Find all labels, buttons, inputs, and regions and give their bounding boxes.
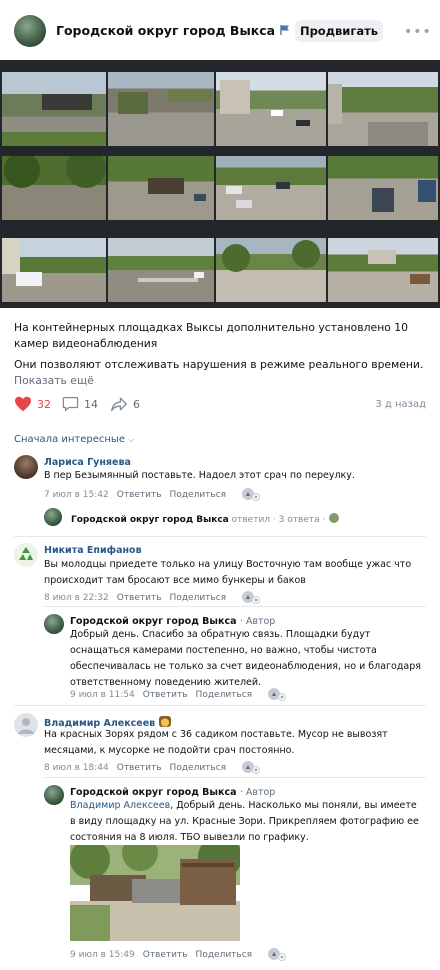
reply-button[interactable]: Ответить <box>143 950 188 960</box>
share-comment-button[interactable]: Поделиться <box>196 950 253 960</box>
comment-meta: 8 июл в 22:32 Ответить Поделиться <box>44 590 261 604</box>
comment-date[interactable]: 9 июл в 15:49 <box>70 950 135 960</box>
divider <box>44 606 426 607</box>
share-comment-button[interactable]: Поделиться <box>196 690 253 700</box>
camera-view <box>328 72 438 146</box>
divider <box>14 536 426 537</box>
comment-text: На красных Зорях рядом с 36 садиком пост… <box>44 729 388 756</box>
camera-view <box>328 156 438 220</box>
avatar[interactable] <box>14 713 38 737</box>
camera-view <box>108 156 214 220</box>
mention-link[interactable]: Владимир Алексеев <box>70 800 170 811</box>
comment-button[interactable]: 14 <box>62 396 98 412</box>
reaction-icon[interactable] <box>267 687 287 701</box>
avatar[interactable] <box>44 785 64 805</box>
comment-date[interactable]: 8 июл в 22:32 <box>44 593 109 603</box>
reaction-icon[interactable] <box>241 590 261 604</box>
post-text-secondary: Они позволяют отслеживать нарушения в ре… <box>14 358 424 371</box>
chevron-down-icon: ⌵ <box>128 435 135 444</box>
post-time[interactable]: 3 д назад <box>375 399 426 410</box>
post-actions: 32 14 6 3 д назад <box>14 396 426 416</box>
like-button[interactable]: 32 <box>14 396 51 412</box>
camera-view <box>108 72 214 146</box>
reaction-icon[interactable] <box>241 760 261 774</box>
comment-meta: 8 июл в 18:44 Ответить Поделиться <box>44 760 261 774</box>
camera-view <box>2 72 106 146</box>
avatar[interactable] <box>44 614 64 634</box>
flag-icon <box>280 25 290 35</box>
like-count: 32 <box>37 397 51 411</box>
community-avatar[interactable] <box>14 15 46 47</box>
comment-text: В пер Безымянный поставьте. Надоел этот … <box>44 470 355 481</box>
reaction-icon[interactable] <box>241 487 261 501</box>
divider <box>44 777 426 778</box>
promote-button[interactable]: Продвигать <box>295 20 383 42</box>
share-comment-button[interactable]: Поделиться <box>170 593 227 603</box>
comment-date[interactable]: 7 июл в 15:42 <box>44 490 109 500</box>
reply-button[interactable]: Ответить <box>117 593 162 603</box>
comment-count: 14 <box>84 397 98 411</box>
comment-text: Владимир Алексеев, Добрый день. Наскольк… <box>70 800 419 843</box>
comment-author[interactable]: Лариса Гуняева <box>44 457 131 468</box>
avatar[interactable] <box>14 543 38 567</box>
comment-date[interactable]: 8 июл в 18:44 <box>44 763 109 773</box>
post-text-main: На контейнерных площадках Выксы дополнит… <box>14 321 409 350</box>
reply-button[interactable]: Ответить <box>117 490 162 500</box>
avatar[interactable] <box>14 455 38 479</box>
share-comment-button[interactable]: Поделиться <box>170 490 227 500</box>
camera-view <box>108 238 214 302</box>
camera-view <box>2 156 106 220</box>
comment-text: Вы молодцы приедете только на улицу Вост… <box>44 559 412 586</box>
post-header: Городской округ город Выкса Продвигать •… <box>0 0 440 62</box>
reply-button[interactable]: Ответить <box>143 690 188 700</box>
reaction-icon <box>329 513 340 523</box>
comments-sort-dropdown[interactable]: Сначала интересные ⌵ <box>14 434 134 445</box>
camera-view <box>328 238 438 302</box>
comment-author[interactable]: Никита Епифанов <box>44 545 142 556</box>
post-image-camera-grid[interactable] <box>0 60 440 308</box>
replies-thread[interactable]: Городской округ город Выкса ответил · 3 … <box>71 512 340 525</box>
share-button[interactable]: 6 <box>110 396 140 412</box>
attached-photo[interactable] <box>70 845 240 941</box>
show-more-link[interactable]: Показать ещё <box>14 374 94 387</box>
comment-author[interactable]: Городской округ город Выкса · Автор <box>70 616 275 627</box>
comment-meta: 9 июл в 11:54 Ответить Поделиться <box>70 687 287 701</box>
share-icon <box>111 397 127 412</box>
camera-view <box>216 156 326 220</box>
author-badge: · Автор <box>239 787 276 798</box>
heart-icon <box>15 396 31 412</box>
post-page: Городской округ город Выкса Продвигать •… <box>0 0 440 970</box>
comment-icon <box>62 396 79 412</box>
comment-date[interactable]: 9 июл в 11:54 <box>70 690 135 700</box>
share-count: 6 <box>133 397 140 411</box>
avatar[interactable] <box>44 508 62 526</box>
recycle-icon <box>19 547 33 560</box>
default-user-icon <box>18 718 34 734</box>
community-name[interactable]: Городской округ город Выкса <box>56 23 291 38</box>
comment-meta: 7 июл в 15:42 Ответить Поделиться <box>44 487 261 501</box>
more-options-icon[interactable]: ••• <box>404 24 432 40</box>
camera-view <box>2 238 106 302</box>
reply-button[interactable]: Ответить <box>117 763 162 773</box>
share-comment-button[interactable]: Поделиться <box>170 763 227 773</box>
camera-view <box>216 238 326 302</box>
comment-text: Добрый день. Спасибо за обратную связь. … <box>70 629 421 688</box>
divider <box>14 705 426 706</box>
author-badge: · Автор <box>239 616 276 627</box>
reaction-icon[interactable] <box>267 947 287 961</box>
comment-author[interactable]: Городской округ город Выкса · Автор <box>70 787 275 798</box>
comment-meta: 9 июл в 15:49 Ответить Поделиться <box>70 947 287 961</box>
emoji-badge-icon <box>158 716 171 727</box>
camera-view <box>216 72 326 146</box>
